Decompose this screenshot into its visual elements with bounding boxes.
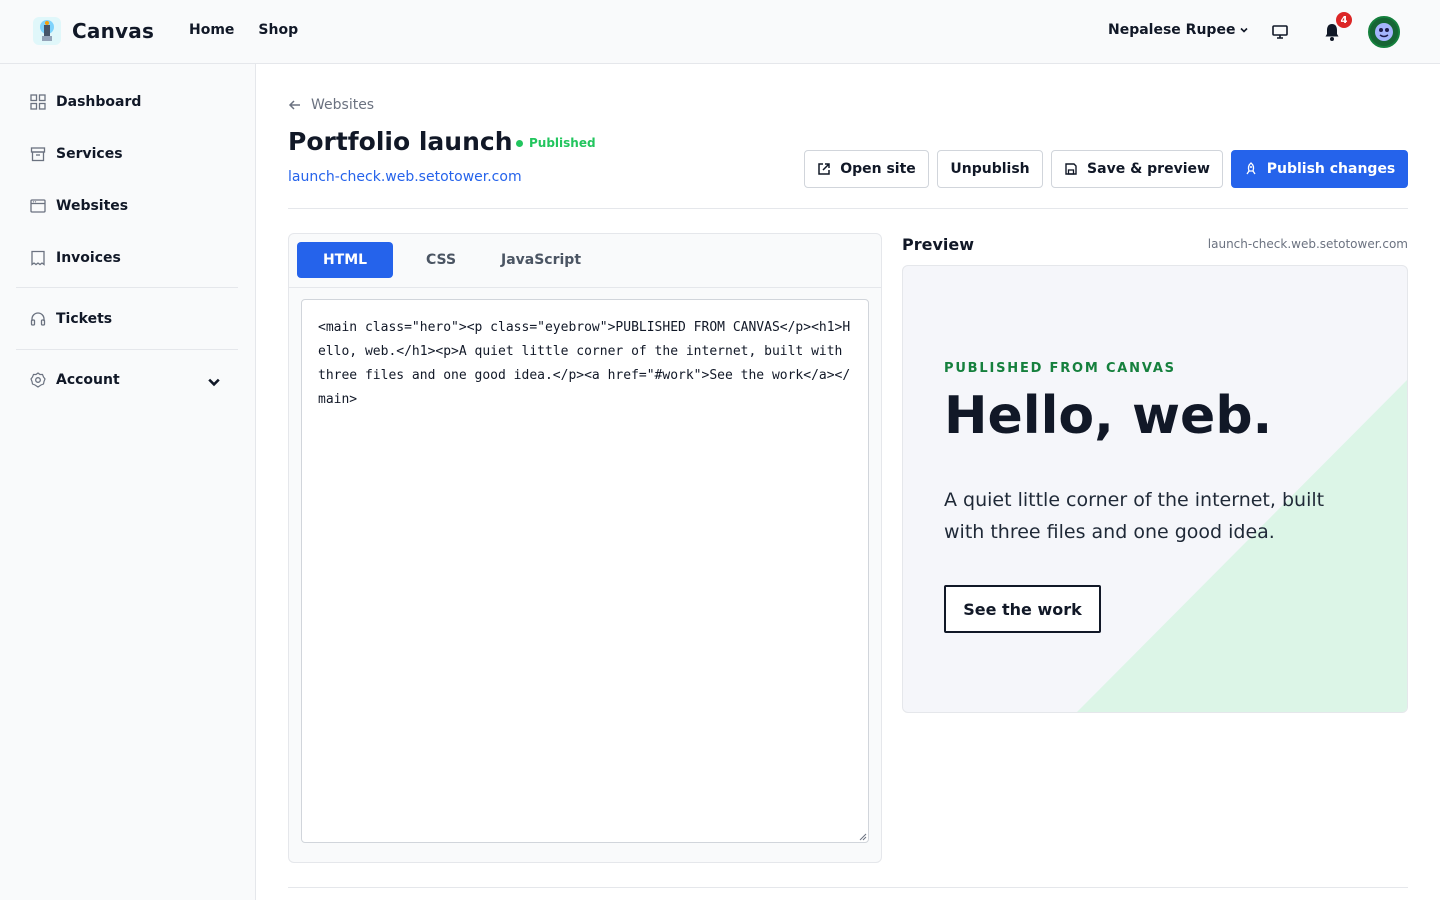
open-site-label: Open site — [840, 161, 916, 177]
sidebar-item-services[interactable]: Services — [16, 134, 238, 174]
unpublish-button[interactable]: Unpublish — [937, 150, 1043, 188]
status-dot — [516, 139, 523, 147]
avatar-image-icon — [1370, 18, 1398, 46]
publish-changes-button[interactable]: Publish changes — [1231, 150, 1408, 188]
html-code-textarea[interactable]: <main class="hero"><p class="eyebrow">PU… — [301, 299, 869, 843]
external-link-icon — [818, 163, 830, 175]
preview-heading: Preview — [902, 235, 975, 254]
chevron-down-icon — [208, 378, 220, 387]
canvas-logo-icon — [33, 17, 61, 45]
box-icon — [30, 147, 46, 162]
nav-home-link[interactable]: Home — [189, 22, 234, 38]
preview-hero-title: Hello, web. — [944, 386, 1273, 446]
sidebar-item-label: Account — [56, 372, 120, 388]
avatar[interactable] — [1368, 16, 1400, 48]
preview-hero-text: A quiet little corner of the internet, b… — [944, 489, 1325, 543]
receipt-icon — [31, 250, 45, 266]
code-editor-panel: HTML CSS JavaScript <main class="hero"><… — [288, 233, 882, 863]
unpublish-label: Unpublish — [950, 161, 1030, 177]
status-label: Published — [529, 136, 596, 150]
sidebar-item-account[interactable]: Account — [16, 360, 238, 400]
resize-grip-icon[interactable] — [859, 833, 867, 841]
currency-label: Nepalese Rupee — [1108, 22, 1236, 38]
open-site-button[interactable]: Open site — [804, 150, 929, 188]
top-bar: Canvas Home Shop Nepalese Rupee 4 — [0, 0, 1440, 64]
gear-icon — [30, 372, 46, 388]
header-divider — [288, 208, 1408, 209]
sidebar-item-label: Tickets — [56, 311, 113, 327]
grid-icon — [30, 94, 46, 110]
app-name: Canvas — [72, 19, 155, 43]
chevron-down-icon — [1240, 27, 1249, 33]
sidebar-divider — [16, 349, 238, 350]
sidebar-item-label: Invoices — [56, 250, 121, 266]
sidebar: Dashboard Services Websites Invoices Tic — [0, 64, 256, 900]
sidebar-item-invoices[interactable]: Invoices — [16, 238, 238, 278]
publish-changes-label: Publish changes — [1266, 161, 1396, 177]
top-nav: Home Shop — [189, 22, 298, 38]
nav-shop-link[interactable]: Shop — [258, 22, 298, 38]
save-preview-label: Save & preview — [1087, 161, 1210, 177]
preview-see-work-link[interactable]: See the work — [944, 585, 1101, 633]
site-preview-panel: PUBLISHED FROM CANVAS Hello, web. A quie… — [902, 265, 1408, 713]
tab-html[interactable]: HTML — [297, 242, 393, 278]
sidebar-item-dashboard[interactable]: Dashboard — [16, 82, 238, 122]
site-url-link[interactable]: launch-check.web.setotower.com — [288, 169, 522, 185]
sidebar-item-websites[interactable]: Websites — [16, 186, 238, 226]
headset-icon — [30, 312, 46, 326]
sidebar-item-label: Websites — [56, 198, 129, 214]
page-title: Portfolio launch — [288, 127, 513, 156]
tab-javascript[interactable]: JavaScript — [485, 242, 597, 278]
preview-url: launch-check.web.setotower.com — [1207, 237, 1408, 251]
breadcrumb-label: Websites — [311, 97, 375, 113]
save-preview-button[interactable]: Save & preview — [1051, 150, 1223, 188]
status-badge: Published — [516, 136, 596, 150]
arrow-left-icon — [288, 100, 300, 110]
browser-icon — [30, 199, 46, 213]
tab-css[interactable]: CSS — [405, 242, 477, 278]
preview-eyebrow: PUBLISHED FROM CANVAS — [944, 361, 1176, 376]
rocket-icon — [1246, 162, 1256, 175]
editor-tabs: HTML CSS JavaScript — [289, 234, 881, 288]
monitor-icon[interactable] — [1271, 23, 1289, 41]
currency-selector[interactable]: Nepalese Rupee — [1108, 22, 1249, 38]
footer-divider — [288, 887, 1408, 888]
save-icon — [1065, 163, 1077, 175]
sidebar-item-label: Dashboard — [56, 94, 142, 110]
breadcrumb-back-link[interactable]: Websites — [288, 97, 374, 113]
logo[interactable]: Canvas — [32, 16, 154, 46]
sidebar-divider — [16, 287, 238, 288]
sidebar-item-tickets[interactable]: Tickets — [16, 299, 238, 339]
notification-badge: 4 — [1336, 12, 1352, 28]
sidebar-item-label: Services — [56, 146, 123, 162]
